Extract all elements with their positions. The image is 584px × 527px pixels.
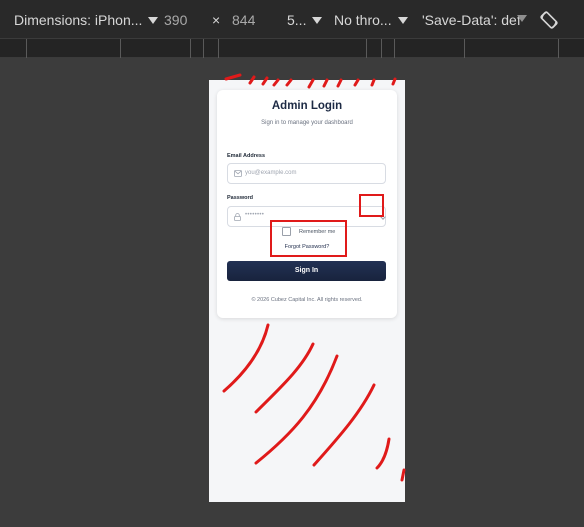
devtools-device-toolbar: Dimensions: iPhon... 390 × 844 5... No t… xyxy=(0,0,584,38)
device-viewport: Admin Login Sign in to manage your dashb… xyxy=(209,80,405,502)
throttling-select[interactable]: No thro... xyxy=(334,11,408,29)
dimensions-times-label: × xyxy=(212,12,221,28)
lock-icon xyxy=(234,213,241,221)
email-field[interactable]: you@example.com xyxy=(227,163,386,184)
save-data-select[interactable]: 'Save-Data': def xyxy=(422,11,526,29)
sign-in-button[interactable]: Sign In xyxy=(227,261,386,281)
save-data-select-label: 'Save-Data': def xyxy=(422,12,521,28)
caret-down-icon xyxy=(517,15,527,22)
rotate-icon[interactable] xyxy=(538,9,560,31)
password-placeholder: •••••••• xyxy=(245,212,265,218)
page-subtitle: Sign in to manage your dashboard xyxy=(261,120,353,126)
email-placeholder: you@example.com xyxy=(245,170,297,176)
caret-down-icon xyxy=(148,16,159,24)
height-input[interactable]: 844 xyxy=(232,11,255,29)
page-title: Admin Login xyxy=(271,100,343,112)
device-select-label: Dimensions: iPhon... xyxy=(14,12,143,28)
annotation-box-remember-forgot xyxy=(270,220,347,257)
media-query-ruler xyxy=(0,38,584,58)
caret-down-icon xyxy=(397,16,408,24)
caret-down-icon xyxy=(312,16,323,24)
annotation-box-password-toggle xyxy=(359,194,384,217)
throttling-select-label: No thro... xyxy=(334,12,392,28)
password-label: Password xyxy=(227,195,253,201)
email-label: Email Address xyxy=(227,153,266,159)
device-select[interactable]: Dimensions: iPhon... xyxy=(14,11,159,29)
width-input[interactable]: 390 xyxy=(164,11,187,29)
zoom-select-label: 5... xyxy=(287,12,307,28)
mail-icon xyxy=(234,170,242,177)
zoom-select[interactable]: 5... xyxy=(287,11,323,29)
copyright-footer: © 2026 Cubez Capital Inc. All rights res… xyxy=(251,297,363,303)
